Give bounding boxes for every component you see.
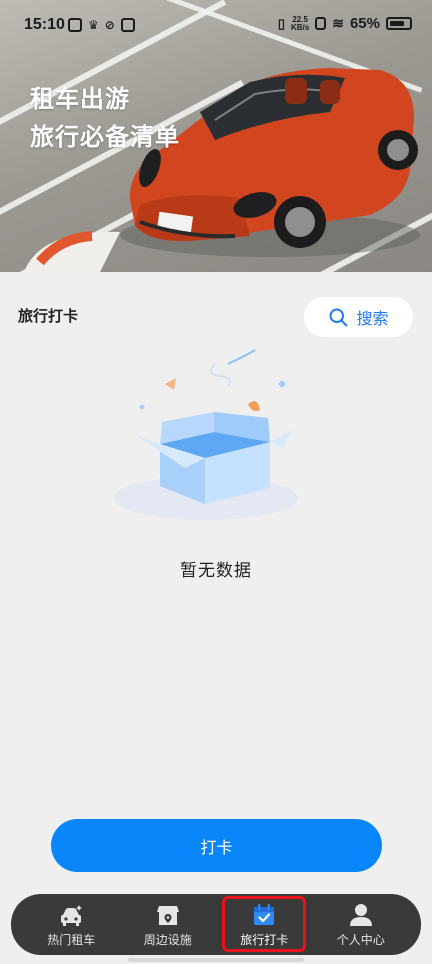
crown-icon: ♛ (88, 18, 99, 32)
tab-label: 热门租车 (47, 932, 96, 947)
link-icon: ⊘ (104, 18, 115, 32)
network-speed: 22.5 KB/s (291, 15, 310, 32)
wifi-icon: ≋ (332, 15, 344, 31)
shop-location-icon (156, 905, 179, 925)
status-time: 15:10 (24, 16, 65, 33)
battery-icon (386, 17, 412, 30)
tab-nearby-facilities[interactable]: 周边设施 (122, 894, 214, 955)
search-label: 搜索 (356, 309, 389, 328)
car-icon (61, 904, 83, 926)
tab-label: 周边设施 (143, 932, 192, 947)
hero-title: 租车出游 旅行必备清单 (30, 80, 180, 156)
calendar-check-icon (254, 903, 275, 925)
tab-travel-checkin[interactable]: 旅行打卡 (218, 894, 310, 955)
hero-title-line2: 旅行必备清单 (30, 123, 180, 151)
empty-box-illustration (114, 349, 298, 520)
section-title: 旅行打卡 (18, 307, 79, 325)
empty-state-text: 暂无数据 (180, 561, 252, 581)
tab-hot-rental[interactable]: 热门租车 (25, 894, 117, 955)
gallery-icon (120, 18, 135, 32)
sim-icon (315, 17, 327, 30)
checkin-button[interactable]: 打卡 (51, 819, 382, 872)
tab-personal-center[interactable]: 个人中心 (315, 894, 407, 955)
tab-label: 旅行打卡 (240, 932, 289, 947)
user-icon (349, 903, 372, 926)
vibrate-icon: ▯ (277, 15, 285, 31)
home-indicator[interactable] (128, 958, 304, 962)
bottom-tab-bar: 热门租车 周边设施 旅行打卡 个人中心 (11, 894, 421, 955)
status-bar: 15:10 ♛ ⊘ ▯ 22.5 KB/s ≋ 65% (0, 0, 432, 50)
hero-title-line1: 租车出游 (30, 85, 130, 113)
search-button[interactable]: 搜索 (304, 297, 413, 337)
net-speed-unit: KB/s (291, 22, 310, 32)
battery-percent: 65% (349, 15, 380, 32)
app-notification-icon (68, 18, 82, 32)
tab-label: 个人中心 (336, 932, 385, 947)
hero-banner[interactable]: 15:10 ♛ ⊘ ▯ 22.5 KB/s ≋ 65% 租车出游 旅行必备清单 (0, 0, 432, 272)
search-icon (329, 308, 348, 327)
